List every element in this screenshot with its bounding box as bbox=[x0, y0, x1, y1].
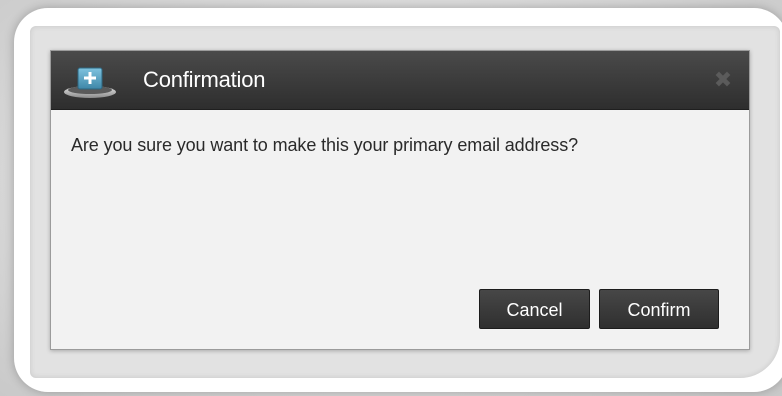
dialog-title: Confirmation bbox=[143, 67, 266, 92]
confirmation-dialog: Confirmation ✖ Are you sure you want to … bbox=[50, 50, 750, 350]
confirmation-message: Are you sure you want to make this your … bbox=[71, 135, 579, 155]
confirm-button[interactable]: Confirm bbox=[599, 289, 719, 329]
dialog-titlebar: Confirmation ✖ bbox=[51, 51, 749, 110]
cancel-button[interactable]: Cancel bbox=[479, 289, 590, 329]
close-icon[interactable]: ✖ bbox=[711, 68, 735, 92]
add-tray-icon bbox=[61, 61, 119, 101]
